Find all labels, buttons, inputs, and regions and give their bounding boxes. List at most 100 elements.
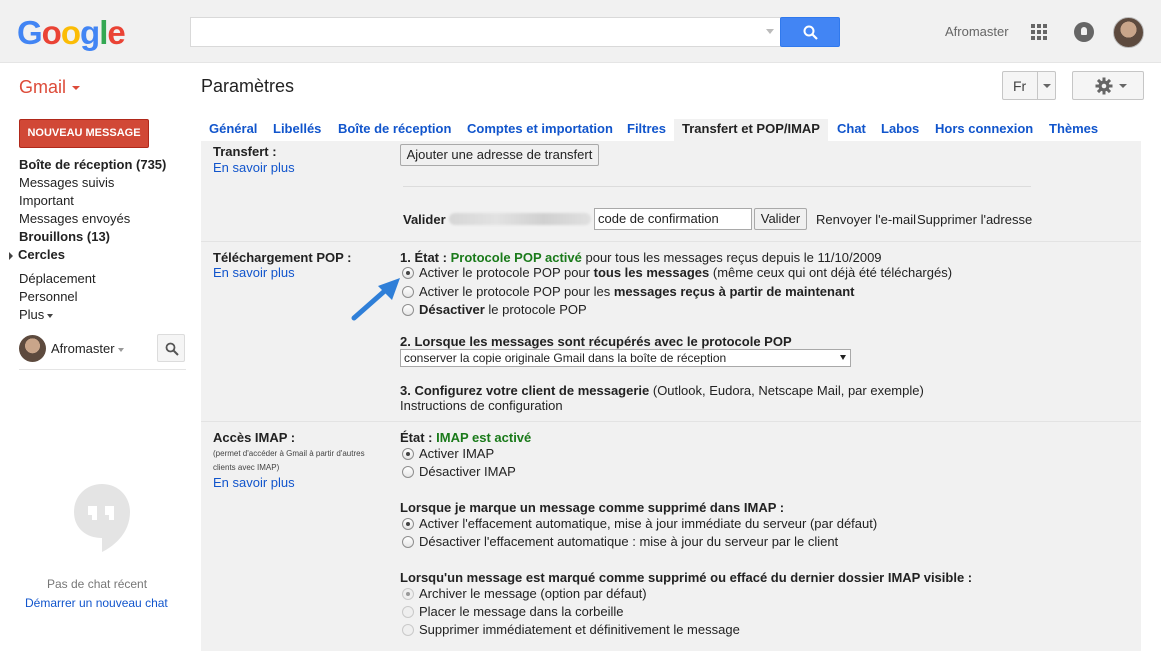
divider: [403, 186, 1031, 187]
option-text: Activer le protocole POP pour: [419, 265, 594, 280]
add-forwarding-address-button[interactable]: Ajouter une adresse de transfert: [400, 144, 599, 166]
auto-expunge-on-label[interactable]: Activer l'effacement automatique, mise à…: [419, 516, 877, 531]
forwarding-learn-more-link[interactable]: En savoir plus: [213, 160, 295, 175]
pop-option-label[interactable]: Désactiver le protocole POP: [419, 302, 587, 317]
tab-general[interactable]: Général: [201, 119, 265, 141]
verify-button[interactable]: Valider: [754, 208, 807, 230]
apps-icon[interactable]: [1031, 24, 1047, 40]
account-name[interactable]: Afromaster: [945, 24, 1009, 39]
sidebar-item-drafts[interactable]: Brouillons (13): [19, 228, 189, 246]
start-chat-link[interactable]: Démarrer un nouveau chat: [25, 596, 168, 610]
pop-learn-more-link[interactable]: En savoir plus: [213, 265, 295, 280]
hangouts-search-button[interactable]: [157, 334, 185, 362]
chevron-down-icon: [117, 347, 124, 352]
compose-button[interactable]: NOUVEAU MESSAGE: [19, 119, 149, 148]
sidebar-item-important[interactable]: Important: [19, 192, 189, 210]
pop-status-suffix: pour tous les messages reçus depuis le 1…: [585, 250, 882, 265]
imap-status-prefix: État :: [400, 430, 433, 445]
delete-forever-radio[interactable]: [402, 624, 414, 636]
sidebar-item-starred[interactable]: Messages suivis: [19, 174, 189, 192]
pop-status-value: Protocole POP activé: [450, 250, 582, 265]
hangouts-user-name: Afromaster: [51, 341, 124, 356]
sidebar-item-travel[interactable]: Déplacement: [19, 270, 189, 288]
language-button[interactable]: Fr: [1002, 71, 1056, 100]
imap-enable-label[interactable]: Activer IMAP: [419, 446, 494, 461]
search-input[interactable]: [190, 17, 781, 47]
pop-option-label[interactable]: Activer le protocole POP pour tous les m…: [419, 265, 952, 280]
option-text: le protocole POP: [484, 302, 587, 317]
tab-forwarding-pop-imap[interactable]: Transfert et POP/IMAP: [674, 119, 828, 141]
settings-button[interactable]: [1072, 71, 1144, 100]
tab-inbox[interactable]: Boîte de réception: [330, 119, 459, 141]
remove-address-link[interactable]: Supprimer l'adresse: [917, 212, 1032, 227]
archive-message-label[interactable]: Archiver le message (option par défaut): [419, 586, 647, 601]
heading-rest: (Outlook, Eudora, Netscape Mail, par exe…: [649, 383, 924, 398]
tab-labels[interactable]: Libellés: [265, 119, 329, 141]
pop-retrieve-heading: 2. Lorsque les messages sont récupérés a…: [400, 334, 792, 349]
pop-retrieve-select[interactable]: conserver la copie originale Gmail dans …: [400, 349, 851, 367]
select-value: conserver la copie originale Gmail dans …: [404, 351, 727, 365]
chat-empty-text: Pas de chat récent: [47, 577, 148, 591]
auto-expunge-on-radio[interactable]: [402, 518, 414, 530]
forwarding-label: Transfert :: [213, 144, 277, 159]
pop-label: Téléchargement POP :: [213, 250, 352, 265]
chevron-down-icon: [47, 313, 54, 318]
search-options-icon[interactable]: [766, 29, 774, 34]
imap-status-value: IMAP est activé: [436, 430, 532, 445]
expand-arrow-icon[interactable]: [9, 251, 13, 260]
tab-chat[interactable]: Chat: [829, 119, 874, 141]
search-button[interactable]: [780, 17, 840, 47]
sidebar-nav: Boîte de réception (735) Messages suivis…: [9, 156, 189, 324]
heading-bold: 3. Configurez votre client de messagerie: [400, 383, 650, 398]
avatar: [19, 335, 46, 362]
divider: [19, 369, 186, 370]
user-name: Afromaster: [51, 341, 115, 356]
sidebar-item-sent[interactable]: Messages envoyés: [19, 210, 189, 228]
delete-forever-label[interactable]: Supprimer immédiatement et définitivemen…: [419, 622, 740, 637]
tab-labs[interactable]: Labos: [873, 119, 927, 141]
sidebar-item-circles[interactable]: Cercles: [9, 246, 189, 264]
imap-disable-radio[interactable]: [402, 466, 414, 478]
google-logo[interactable]: Google: [17, 14, 126, 52]
sidebar-item-personal[interactable]: Personnel: [19, 288, 189, 306]
chevron-down-icon: [840, 355, 846, 360]
chat-bubble-icon: [74, 484, 130, 552]
verify-label: Valider: [403, 212, 446, 227]
confirmation-code-input[interactable]: code de confirmation: [594, 208, 752, 230]
gmail-switcher[interactable]: Gmail: [19, 77, 81, 98]
resend-email-link[interactable]: Renvoyer l'e-mail: [816, 212, 916, 227]
tab-themes[interactable]: Thèmes: [1041, 119, 1106, 141]
avatar[interactable]: [1113, 17, 1144, 48]
move-to-trash-radio[interactable]: [402, 606, 414, 618]
tab-accounts[interactable]: Comptes et importation: [459, 119, 621, 141]
gear-icon: [1095, 77, 1113, 95]
language-label: Fr: [1013, 78, 1027, 94]
sidebar-item-label: Cercles: [18, 247, 65, 262]
configuration-instructions-link[interactable]: Instructions de configuration: [400, 398, 563, 413]
option-text-bold: tous les messages: [593, 265, 710, 280]
move-to-trash-label[interactable]: Placer le message dans la corbeille: [419, 604, 624, 619]
auto-expunge-off-label[interactable]: Désactiver l'effacement automatique : mi…: [419, 534, 838, 549]
search-icon: [803, 25, 818, 40]
pop-option-label[interactable]: Activer le protocole POP pour les messag…: [419, 284, 854, 299]
chevron-down-icon: [1119, 84, 1127, 88]
sidebar-item-more[interactable]: Plus: [19, 306, 189, 324]
tab-offline[interactable]: Hors connexion: [927, 119, 1041, 141]
redacted-email: [449, 213, 591, 225]
notifications-icon[interactable]: [1074, 22, 1094, 42]
option-text: Activer le protocole POP pour les: [419, 284, 614, 299]
settings-tabs: Général Libellés Boîte de réception Comp…: [201, 119, 1141, 141]
divider: [201, 241, 1141, 242]
search-icon: [165, 342, 179, 356]
imap-status: État : IMAP est activé: [400, 430, 531, 445]
annotation-arrow-icon: [351, 278, 400, 321]
archive-message-radio[interactable]: [402, 588, 414, 600]
sidebar-item-inbox[interactable]: Boîte de réception (735): [19, 156, 189, 174]
imap-learn-more-link[interactable]: En savoir plus: [213, 475, 295, 490]
imap-label: Accès IMAP :: [213, 430, 296, 445]
imap-enable-radio[interactable]: [402, 448, 414, 460]
auto-expunge-off-radio[interactable]: [402, 536, 414, 548]
option-text: (même ceux qui ont déjà été téléchargés): [709, 265, 953, 280]
imap-disable-label[interactable]: Désactiver IMAP: [419, 464, 516, 479]
tab-filters[interactable]: Filtres: [619, 119, 674, 141]
